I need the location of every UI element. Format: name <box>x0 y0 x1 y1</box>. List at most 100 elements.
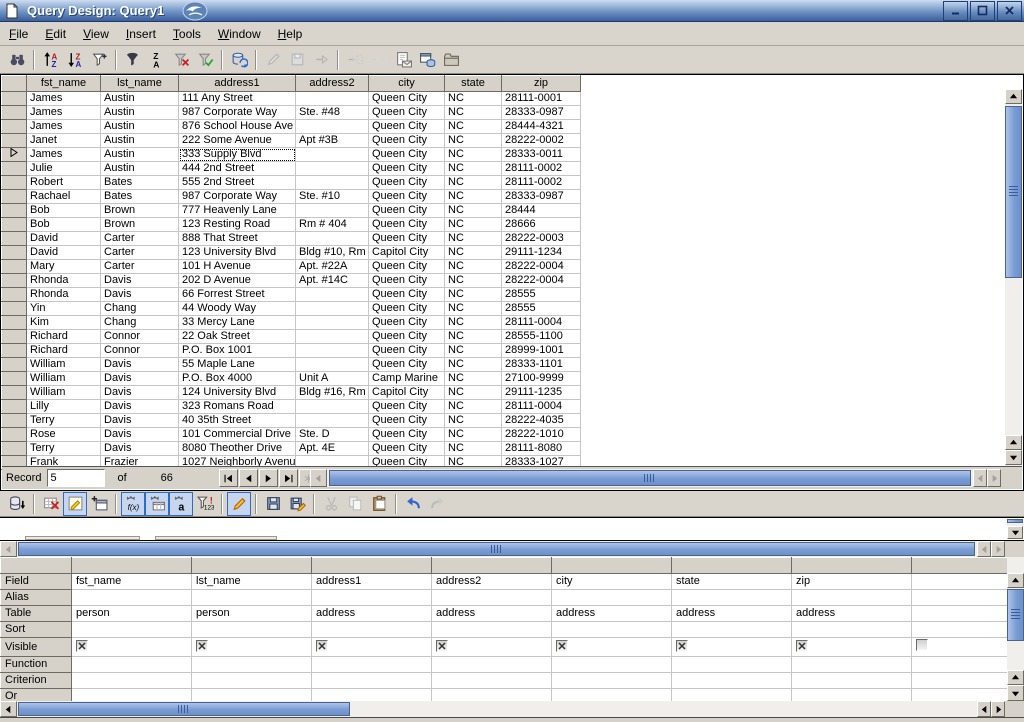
previous-record-button[interactable] <box>239 469 258 487</box>
scrollbar-track[interactable] <box>17 701 977 717</box>
table-cell[interactable]: Rhonda <box>27 288 101 302</box>
design-view-on-off-button[interactable] <box>63 492 87 516</box>
table-cell[interactable]: NC <box>445 316 502 330</box>
table-cell[interactable]: Mary <box>27 260 101 274</box>
last-record-button[interactable] <box>279 469 298 487</box>
design-cell-alias[interactable] <box>432 590 552 606</box>
table-cell[interactable]: Austin <box>101 162 179 176</box>
row-header[interactable] <box>2 190 27 204</box>
table-cell[interactable]: NC <box>445 414 502 428</box>
table-cell[interactable]: 28444 <box>502 204 581 218</box>
table-cell[interactable]: Apt. 4E <box>296 442 369 456</box>
table-cell[interactable]: 28111-0002 <box>502 176 581 190</box>
table-cell[interactable] <box>296 162 369 176</box>
design-cell-criterion[interactable] <box>312 673 432 689</box>
table-cell[interactable]: Queen City <box>369 400 445 414</box>
row-header[interactable] <box>2 106 27 120</box>
table-cell[interactable]: Robert <box>27 176 101 190</box>
row-header[interactable] <box>2 92 27 106</box>
design-cell-field[interactable]: state <box>672 574 792 590</box>
menu-window[interactable]: Window <box>210 24 269 44</box>
table-cell[interactable]: NC <box>445 232 502 246</box>
table-cell[interactable]: Queen City <box>369 414 445 428</box>
table-cell[interactable]: Queen City <box>369 330 445 344</box>
add-table-button[interactable] <box>87 492 111 516</box>
table-cell[interactable]: Davis <box>101 414 179 428</box>
table-cell[interactable]: William <box>27 372 101 386</box>
table-cell[interactable]: NC <box>445 162 502 176</box>
table-cell[interactable]: Bates <box>101 176 179 190</box>
visible-checkbox[interactable] <box>916 639 928 651</box>
design-cell-sort[interactable] <box>72 622 192 638</box>
row-header[interactable] <box>2 386 27 400</box>
edit-button[interactable] <box>227 492 251 516</box>
design-column-header[interactable] <box>552 558 672 574</box>
row-header[interactable] <box>2 134 27 148</box>
design-cell-table[interactable]: address <box>552 606 672 622</box>
row-header[interactable] <box>2 176 27 190</box>
design-cell-table[interactable]: person <box>72 606 192 622</box>
table-cell[interactable]: Brown <box>101 204 179 218</box>
table-cell[interactable]: Queen City <box>369 442 445 456</box>
table-cell[interactable]: 28666 <box>502 218 581 232</box>
design-cell-function[interactable] <box>792 657 912 673</box>
design-cell-sort[interactable] <box>432 622 552 638</box>
table-cell[interactable]: Queen City <box>369 232 445 246</box>
table-cell[interactable]: 28444-4321 <box>502 120 581 134</box>
title-bar[interactable]: Query Design: Query1 <box>0 0 1024 22</box>
table-cell[interactable]: NC <box>445 428 502 442</box>
row-header[interactable] <box>2 400 27 414</box>
table-cell[interactable]: Rose <box>27 428 101 442</box>
design-cell-alias[interactable] <box>792 590 912 606</box>
table-cell[interactable]: Queen City <box>369 120 445 134</box>
table-name-button[interactable] <box>145 492 169 516</box>
table-cell[interactable]: James <box>27 92 101 106</box>
visible-checkbox[interactable] <box>316 640 328 652</box>
row-header[interactable] <box>2 288 27 302</box>
row-header[interactable] <box>2 302 27 316</box>
table-cell[interactable]: Austin <box>101 148 179 162</box>
table-cell[interactable]: Connor <box>101 330 179 344</box>
table-cell[interactable]: 124 University Blvd <box>179 386 296 400</box>
design-cell-table[interactable] <box>912 606 1008 622</box>
scrollbar-thumb[interactable] <box>329 470 971 486</box>
table-cell[interactable]: 28999-1001 <box>502 344 581 358</box>
results-horizontal-scrollbar[interactable] <box>310 469 1001 487</box>
table-cell[interactable]: Bob <box>27 218 101 232</box>
table-cell[interactable]: 101 H Avenue <box>179 260 296 274</box>
row-header[interactable] <box>2 246 27 260</box>
table-cell[interactable]: NC <box>445 176 502 190</box>
table-cell[interactable]: 888 That Street <box>179 232 296 246</box>
data-source-of-document-button[interactable] <box>415 48 439 72</box>
row-header[interactable] <box>2 358 27 372</box>
design-cell-sort[interactable] <box>552 622 672 638</box>
table-cell[interactable]: NC <box>445 120 502 134</box>
table-cell[interactable]: 28222-0002 <box>502 134 581 148</box>
table-cell[interactable]: Davis <box>101 372 179 386</box>
table-cell[interactable]: Queen City <box>369 218 445 232</box>
table-cell[interactable]: 28222-0003 <box>502 232 581 246</box>
row-header[interactable] <box>2 232 27 246</box>
table-cell[interactable]: 123 University Blvd <box>179 246 296 260</box>
table-cell[interactable]: Ste. #48 <box>296 106 369 120</box>
table-cell[interactable]: NC <box>445 330 502 344</box>
undo-button[interactable] <box>401 492 425 516</box>
table-cell[interactable] <box>296 148 369 162</box>
save-button[interactable] <box>261 492 285 516</box>
tables-pane-vertical-scrollbar[interactable] <box>1007 519 1023 539</box>
close-button[interactable] <box>997 1 1022 21</box>
table-cell[interactable]: NC <box>445 386 502 400</box>
visible-checkbox[interactable] <box>556 640 568 652</box>
table-cell[interactable]: NC <box>445 106 502 120</box>
column-header-fst_name[interactable]: fst_name <box>27 76 101 92</box>
row-header[interactable] <box>2 428 27 442</box>
row-header[interactable] <box>2 148 27 162</box>
design-cell-sort[interactable] <box>672 622 792 638</box>
sort-button[interactable]: ZA <box>145 48 169 72</box>
table-cell[interactable]: Austin <box>101 120 179 134</box>
design-column-header[interactable] <box>912 558 1008 574</box>
table-cell[interactable]: Carter <box>101 246 179 260</box>
scrollbar-track[interactable] <box>17 541 977 557</box>
design-cell-field[interactable]: lst_name <box>192 574 312 590</box>
sort-ascending-button[interactable]: AZ <box>39 48 63 72</box>
